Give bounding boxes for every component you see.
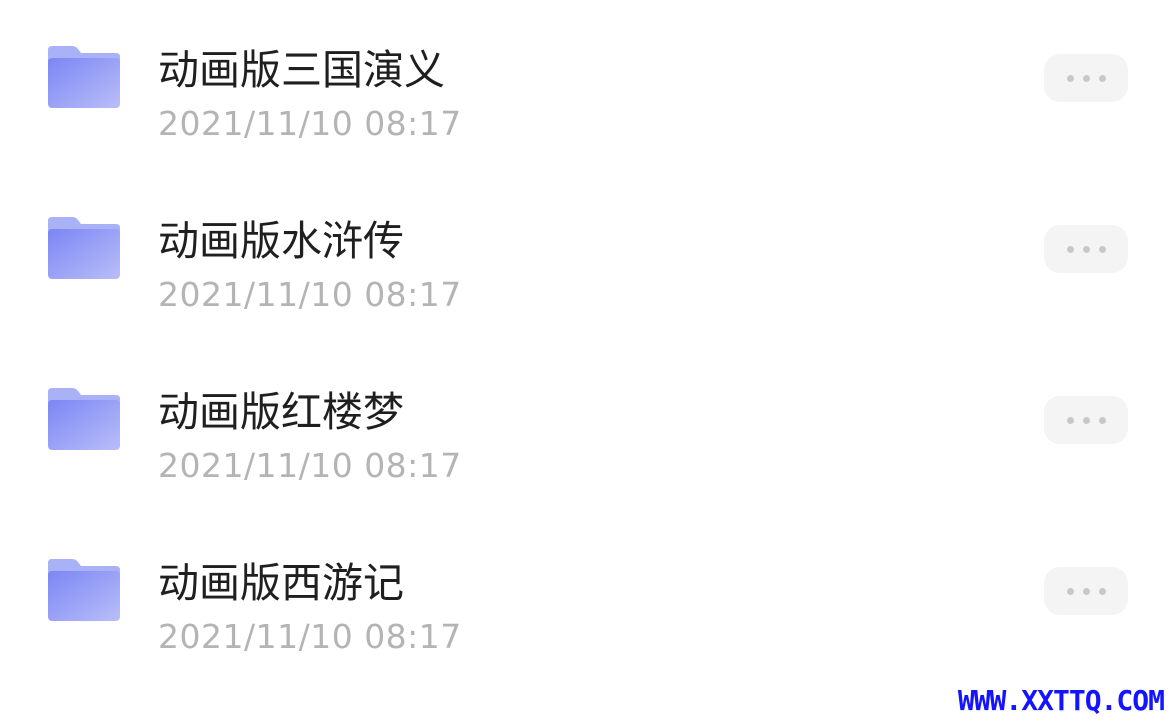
more-horizontal-icon — [1098, 587, 1106, 595]
more-horizontal-icon — [1082, 245, 1090, 253]
more-horizontal-icon — [1098, 74, 1106, 82]
more-horizontal-icon — [1066, 416, 1074, 424]
folder-name: 动画版水浒传 — [158, 217, 404, 265]
more-horizontal-icon — [1066, 587, 1074, 595]
folder-row[interactable]: 动画版红楼梦 2021/11/10 08:17 — [0, 342, 1170, 513]
folder-modified-date: 2021/11/10 08:17 — [158, 617, 462, 656]
more-horizontal-icon — [1082, 416, 1090, 424]
folder-row[interactable]: 动画版西游记 2021/11/10 08:17 — [0, 513, 1170, 684]
folder-name: 动画版红楼梦 — [158, 388, 404, 436]
more-horizontal-icon — [1098, 416, 1106, 424]
folder-icon — [48, 388, 120, 450]
more-horizontal-icon — [1066, 245, 1074, 253]
folder-icon — [48, 217, 120, 279]
folder-modified-date: 2021/11/10 08:17 — [158, 446, 462, 485]
more-options-button[interactable] — [1044, 54, 1128, 102]
more-options-button[interactable] — [1044, 567, 1128, 615]
more-horizontal-icon — [1098, 245, 1106, 253]
more-horizontal-icon — [1066, 74, 1074, 82]
folder-row[interactable]: 动画版水浒传 2021/11/10 08:17 — [0, 171, 1170, 342]
folder-modified-date: 2021/11/10 08:17 — [158, 104, 462, 143]
folder-list: 动画版三国演义 2021/11/10 08:17 动画版水浒传 2021/11/… — [0, 0, 1170, 721]
folder-name: 动画版西游记 — [158, 559, 404, 607]
folder-row[interactable]: 动画版三国演义 2021/11/10 08:17 — [0, 0, 1170, 171]
folder-modified-date: 2021/11/10 08:17 — [158, 275, 462, 314]
more-horizontal-icon — [1082, 74, 1090, 82]
folder-icon — [48, 559, 120, 621]
more-horizontal-icon — [1082, 587, 1090, 595]
watermark: WWW.XXTTQ.COM — [957, 684, 1165, 717]
more-options-button[interactable] — [1044, 396, 1128, 444]
more-options-button[interactable] — [1044, 225, 1128, 273]
folder-name: 动画版三国演义 — [158, 46, 445, 94]
folder-icon — [48, 46, 120, 108]
